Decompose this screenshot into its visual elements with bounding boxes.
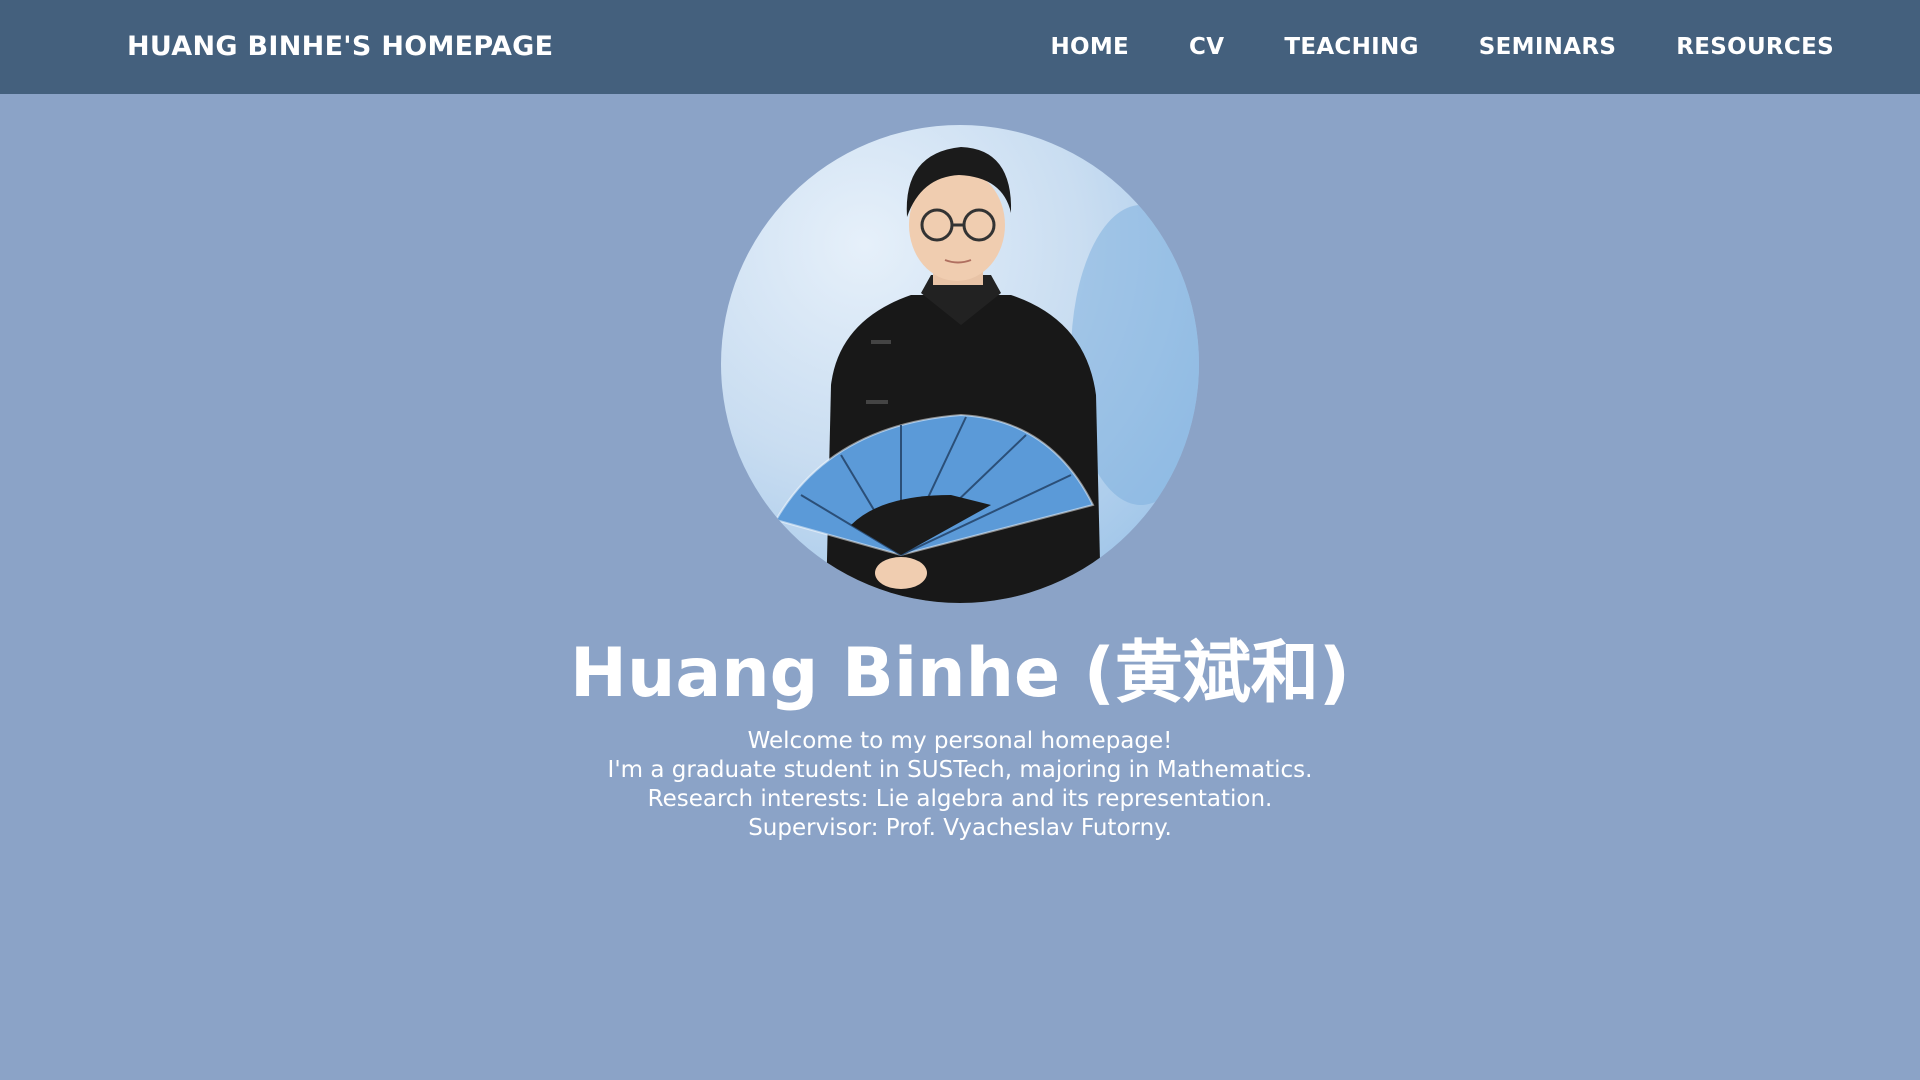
bio-line-research: Research interests: Lie algebra and its … — [647, 786, 1273, 812]
site-brand-link[interactable]: HUANG BINHE'S HOMEPAGE — [127, 0, 553, 94]
profile-photo — [721, 125, 1199, 603]
bio-line-supervisor: Supervisor: Prof. Vyacheslav Futorny. — [748, 815, 1172, 841]
nav-menu: HOME CV TEACHING SEMINARS RESOURCES — [1050, 0, 1834, 94]
person-with-fan-illustration — [774, 147, 1199, 603]
bio-line-welcome: Welcome to my personal homepage! — [747, 728, 1173, 754]
nav-link-seminars[interactable]: SEMINARS — [1479, 34, 1616, 60]
nav-link-resources[interactable]: RESOURCES — [1676, 34, 1834, 60]
profile-name: Huang Binhe (黄斌和) — [570, 634, 1350, 713]
nav-link-teaching[interactable]: TEACHING — [1284, 34, 1418, 60]
nav-link-home[interactable]: HOME — [1050, 34, 1129, 60]
navbar: HUANG BINHE'S HOMEPAGE HOME CV TEACHING … — [0, 0, 1920, 94]
profile-bio: Welcome to my personal homepage! I'm a g… — [0, 727, 1920, 843]
bio-line-student: I'm a graduate student in SUSTech, major… — [607, 757, 1313, 783]
nav-link-cv[interactable]: CV — [1189, 34, 1224, 60]
